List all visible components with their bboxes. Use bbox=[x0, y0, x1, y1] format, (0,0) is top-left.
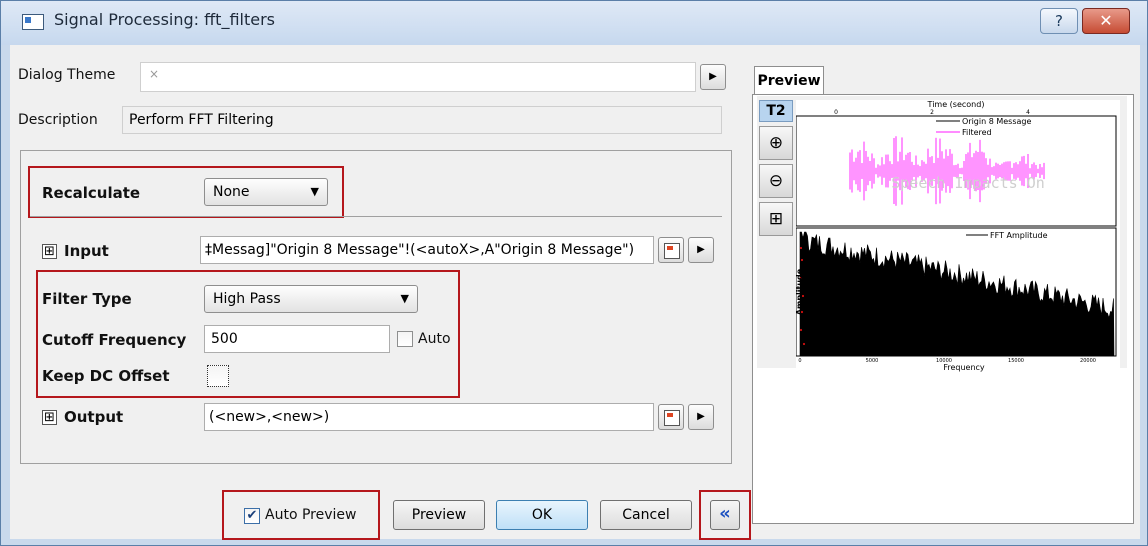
description-value: Perform FFT Filtering bbox=[129, 112, 274, 128]
dialog-theme-label: Dialog Theme bbox=[18, 67, 116, 83]
recalculate-label: Recalculate bbox=[42, 184, 141, 202]
frequency-tick-label: 0 bbox=[798, 358, 801, 364]
outlier-point bbox=[802, 342, 806, 346]
input-expand-icon[interactable]: ⊞ bbox=[42, 244, 57, 259]
time-tick-label: 2 bbox=[930, 109, 934, 116]
filter-type-dropdown[interactable]: High Pass ▼ bbox=[204, 285, 418, 313]
legend-fft-amplitude: FFT Amplitude bbox=[990, 231, 1048, 240]
auto-checkbox[interactable] bbox=[397, 331, 413, 347]
input-range-value: ‡Messag]"Origin 8 Message"!(<autoX>,A"Or… bbox=[205, 242, 635, 258]
input-menu-arrow-button[interactable]: ▶ bbox=[688, 237, 714, 263]
description-field: Perform FFT Filtering bbox=[122, 106, 722, 134]
filter-type-value: High Pass bbox=[213, 291, 281, 307]
cancel-button[interactable]: Cancel bbox=[600, 500, 692, 530]
filter-type-label: Filter Type bbox=[42, 290, 132, 308]
frequency-axis-label: Frequency bbox=[943, 363, 985, 372]
legend-original: Origin 8 Message bbox=[962, 117, 1031, 126]
zoom-in-icon[interactable]: ⊕ bbox=[759, 126, 793, 160]
description-label: Description bbox=[18, 112, 98, 128]
preview-button[interactable]: Preview bbox=[393, 500, 485, 530]
dropdown-arrow-icon: ▼ bbox=[310, 185, 319, 198]
outlier-point bbox=[799, 328, 803, 332]
close-button[interactable]: ✕ bbox=[1082, 8, 1130, 34]
section-divider bbox=[30, 216, 722, 217]
output-label: Output bbox=[64, 408, 124, 426]
select-range-icon bbox=[664, 243, 680, 259]
frequency-tick-label: 15000 bbox=[1008, 358, 1024, 364]
app-icon bbox=[22, 14, 44, 30]
legend-filtered: Filtered bbox=[962, 128, 992, 137]
tab-preview[interactable]: Preview bbox=[754, 66, 824, 96]
keep-dc-offset-label: Keep DC Offset bbox=[42, 367, 170, 385]
graph-tool-t2[interactable]: T2 bbox=[759, 100, 793, 122]
zoom-out-icon[interactable]: ⊖ bbox=[759, 164, 793, 198]
frequency-tick-label: 20000 bbox=[1080, 358, 1096, 364]
output-select-range-button[interactable] bbox=[658, 404, 684, 430]
output-menu-arrow-button[interactable]: ▶ bbox=[688, 404, 714, 430]
watermark-text: Speech Impacts On bbox=[891, 174, 1045, 192]
output-expand-icon[interactable]: ⊞ bbox=[42, 410, 57, 425]
collapse-preview-button[interactable]: « bbox=[710, 500, 740, 530]
dropdown-arrow-icon: ▼ bbox=[400, 292, 409, 305]
auto-preview-label: Auto Preview bbox=[265, 507, 357, 523]
cutoff-frequency-input[interactable]: 500 bbox=[204, 325, 390, 353]
time-axis-label: Time (second) bbox=[927, 100, 985, 109]
window-title: Signal Processing: fft_filters bbox=[54, 10, 275, 29]
help-button[interactable]: ? bbox=[1040, 8, 1078, 34]
time-tick-label: 0 bbox=[834, 109, 838, 116]
dialog-theme-field[interactable]: × bbox=[140, 62, 696, 92]
frequency-tick-label: 5000 bbox=[866, 358, 879, 364]
output-range-field[interactable]: (<new>,<new>) bbox=[204, 403, 654, 431]
dialog-theme-value: × bbox=[149, 67, 160, 81]
preview-graph: Time (second) 0246 Speech Impacts On Ori… bbox=[796, 100, 1120, 372]
input-select-range-button[interactable] bbox=[658, 237, 684, 263]
auto-label: Auto bbox=[418, 331, 451, 347]
recalculate-value: None bbox=[213, 184, 250, 200]
input-label: Input bbox=[64, 242, 109, 260]
select-range-icon bbox=[664, 410, 680, 426]
theme-menu-arrow-button[interactable]: ▶ bbox=[700, 64, 726, 90]
outlier-point bbox=[800, 258, 804, 262]
keep-dc-offset-checkbox[interactable] bbox=[207, 365, 229, 387]
ok-button[interactable]: OK bbox=[496, 500, 588, 530]
auto-preview-checkbox[interactable]: ✔ bbox=[244, 508, 260, 524]
recalculate-dropdown[interactable]: None ▼ bbox=[204, 178, 328, 206]
time-tick-label: 4 bbox=[1026, 109, 1030, 116]
input-range-field[interactable]: ‡Messag]"Origin 8 Message"!(<autoX>,A"Or… bbox=[200, 236, 654, 264]
rescale-icon[interactable]: ⊞ bbox=[759, 202, 793, 236]
cutoff-frequency-label: Cutoff Frequency bbox=[42, 331, 187, 349]
amplitude-axis-label: Amplitude bbox=[796, 268, 804, 315]
cutoff-frequency-value: 500 bbox=[211, 331, 238, 347]
outlier-point bbox=[799, 246, 803, 250]
output-range-value: (<new>,<new>) bbox=[209, 409, 330, 425]
